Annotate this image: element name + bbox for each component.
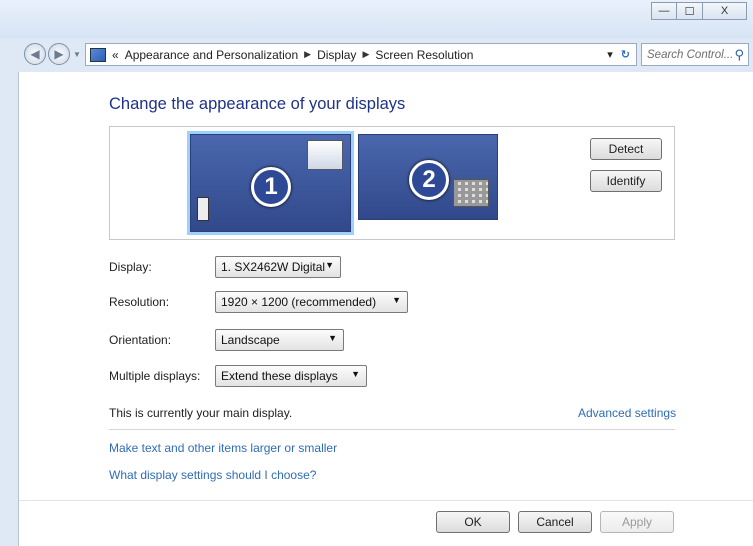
advanced-settings-link[interactable]: Advanced settings xyxy=(578,406,676,420)
address-toolbar: ◀ ▶ ▼ « Appearance and Personalization ▶… xyxy=(0,40,753,70)
identify-button[interactable]: Identify xyxy=(590,170,662,192)
page-title: Change the appearance of your displays xyxy=(109,95,406,113)
monitor-number-badge: 1 xyxy=(251,167,291,207)
minimize-icon: — xyxy=(658,5,670,17)
monitor-2[interactable]: 2 xyxy=(358,134,498,220)
apply-button[interactable]: Apply xyxy=(600,511,674,533)
multiple-displays-label: Multiple displays: xyxy=(109,369,201,383)
control-panel-icon xyxy=(90,47,106,62)
resolution-select[interactable]: 1920 × 1200 (recommended) ▼ xyxy=(215,291,408,313)
orientation-select[interactable]: Landscape ▼ xyxy=(215,329,344,351)
display-label: Display: xyxy=(109,260,152,274)
search-icon[interactable]: ⚲ xyxy=(734,47,744,63)
forward-arrow-icon: ▶ xyxy=(54,47,64,61)
back-arrow-icon: ◀ xyxy=(30,47,40,61)
title-bar: — ☐ X xyxy=(0,0,753,38)
address-actions: ▾ ↻ xyxy=(607,48,630,61)
minimize-button[interactable]: — xyxy=(651,2,677,20)
computer-tower-icon xyxy=(197,197,209,221)
close-icon: X xyxy=(720,5,729,17)
address-dropdown-icon[interactable]: ▾ xyxy=(607,48,613,61)
chevron-down-icon: ▼ xyxy=(392,295,401,305)
refresh-icon[interactable]: ↻ xyxy=(621,48,630,61)
back-button[interactable]: ◀ xyxy=(24,43,46,65)
resolution-label: Resolution: xyxy=(109,295,170,309)
detect-button[interactable]: Detect xyxy=(590,138,662,160)
breadcrumb-separator-icon[interactable]: ▶ xyxy=(362,49,369,60)
close-button[interactable]: X xyxy=(703,2,747,20)
window-thumbnail-icon xyxy=(307,140,343,170)
display-value: 1. SX2462W Digital xyxy=(221,260,326,274)
monitor-arrangement: 1 2 Detect Identify xyxy=(109,126,675,240)
main-display-note: This is currently your main display. xyxy=(109,406,293,420)
breadcrumb-screen-resolution[interactable]: Screen Resolution xyxy=(375,48,473,62)
breadcrumb-display[interactable]: Display xyxy=(317,48,356,62)
window-controls: — ☐ X xyxy=(651,2,747,20)
chevron-down-icon: ▼ xyxy=(351,369,360,379)
divider xyxy=(109,429,675,430)
chevron-down-icon: ▼ xyxy=(325,260,334,270)
monitor-number-badge: 2 xyxy=(409,160,449,200)
breadcrumb-appearance[interactable]: Appearance and Personalization xyxy=(125,48,298,62)
breadcrumb-overflow[interactable]: « xyxy=(112,48,119,62)
multiple-displays-select[interactable]: Extend these displays ▼ xyxy=(215,365,367,387)
footer-divider xyxy=(19,500,753,501)
text-size-link[interactable]: Make text and other items larger or smal… xyxy=(109,441,337,455)
chevron-down-icon: ▼ xyxy=(328,333,337,343)
display-help-link[interactable]: What display settings should I choose? xyxy=(109,468,316,482)
ok-button[interactable]: OK xyxy=(436,511,510,533)
forward-button[interactable]: ▶ xyxy=(48,43,70,65)
recent-pages-dropdown-icon[interactable]: ▼ xyxy=(73,50,81,59)
maximize-icon: ☐ xyxy=(684,5,695,18)
breadcrumb-separator-icon[interactable]: ▶ xyxy=(304,49,311,60)
address-bar[interactable]: « Appearance and Personalization ▶ Displ… xyxy=(85,43,637,66)
search-input[interactable]: Search Control... ⚲ xyxy=(641,43,749,66)
resolution-row: Resolution: 1920 × 1200 (recommended) ▼ xyxy=(109,291,408,313)
cancel-button[interactable]: Cancel xyxy=(518,511,592,533)
multiple-displays-row: Multiple displays: Extend these displays… xyxy=(109,365,367,387)
orientation-label: Orientation: xyxy=(109,333,172,347)
resolution-value: 1920 × 1200 (recommended) xyxy=(221,295,377,309)
orientation-row: Orientation: Landscape ▼ xyxy=(109,329,344,351)
search-placeholder: Search Control... xyxy=(647,48,734,61)
monitor-1[interactable]: 1 xyxy=(187,131,354,235)
multiple-displays-value: Extend these displays xyxy=(221,369,338,383)
display-row: Display: 1. SX2462W Digital ▼ xyxy=(109,256,341,278)
maximize-button[interactable]: ☐ xyxy=(677,2,703,20)
content-pane: Change the appearance of your displays 1… xyxy=(18,72,753,546)
display-select[interactable]: 1. SX2462W Digital ▼ xyxy=(215,256,341,278)
app-grid-icon xyxy=(453,179,489,207)
orientation-value: Landscape xyxy=(221,333,280,347)
